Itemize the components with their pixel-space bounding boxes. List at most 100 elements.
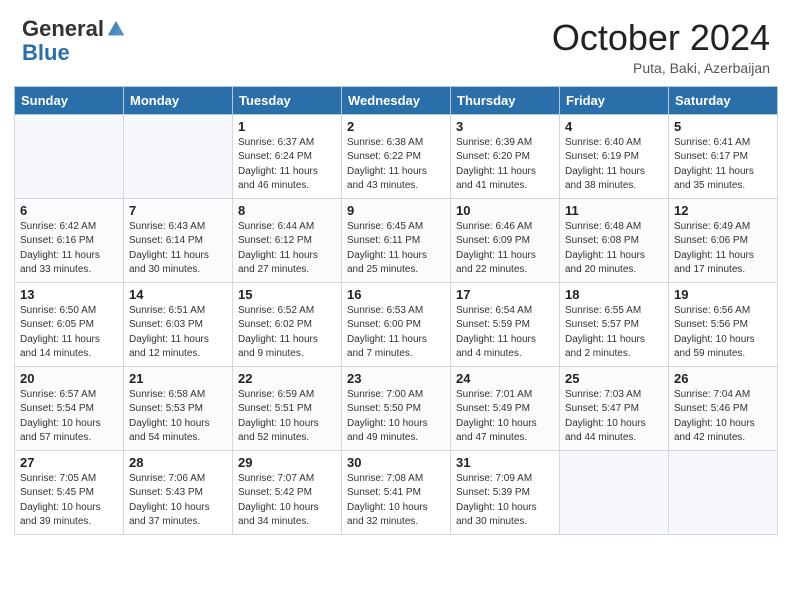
calendar-cell: 3 Sunrise: 6:39 AMSunset: 6:20 PMDaylight… [451, 114, 560, 198]
day-detail: Sunrise: 6:39 AMSunset: 6:20 PMDaylight:… [456, 136, 554, 194]
calendar-cell: 6 Sunrise: 6:42 AMSunset: 6:16 PMDaylight… [15, 198, 124, 282]
day-detail: Sunrise: 6:51 AMSunset: 6:03 PMDaylight:… [129, 304, 227, 362]
day-number: 3 [456, 119, 554, 134]
day-number: 21 [129, 371, 227, 386]
calendar-cell: 9 Sunrise: 6:45 AMSunset: 6:11 PMDaylight… [342, 198, 451, 282]
logo-general-text: General [22, 18, 104, 40]
calendar-cell: 16 Sunrise: 6:53 AMSunset: 6:00 PMDayligh… [342, 282, 451, 366]
day-detail: Sunrise: 7:00 AMSunset: 5:50 PMDaylight:… [347, 388, 445, 446]
day-number: 10 [456, 203, 554, 218]
day-detail: Sunrise: 6:37 AMSunset: 6:24 PMDaylight:… [238, 136, 336, 194]
day-number: 6 [20, 203, 118, 218]
day-detail: Sunrise: 6:45 AMSunset: 6:11 PMDaylight:… [347, 220, 445, 278]
day-detail: Sunrise: 7:08 AMSunset: 5:41 PMDaylight:… [347, 472, 445, 530]
day-detail: Sunrise: 7:05 AMSunset: 5:45 PMDaylight:… [20, 472, 118, 530]
calendar-cell: 26 Sunrise: 7:04 AMSunset: 5:46 PMDayligh… [669, 366, 778, 450]
day-number: 24 [456, 371, 554, 386]
day-detail: Sunrise: 6:53 AMSunset: 6:00 PMDaylight:… [347, 304, 445, 362]
day-detail: Sunrise: 6:52 AMSunset: 6:02 PMDaylight:… [238, 304, 336, 362]
day-number: 13 [20, 287, 118, 302]
calendar-cell: 29Sunrise: 7:07 AMSunset: 5:42 PMDayligh… [233, 450, 342, 534]
calendar-cell: 18Sunrise: 6:55 AMSunset: 5:57 PMDayligh… [560, 282, 669, 366]
calendar-cell: 19 Sunrise: 6:56 AMSunset: 5:56 PMDayligh… [669, 282, 778, 366]
day-detail: Sunrise: 6:54 AMSunset: 5:59 PMDaylight:… [456, 304, 554, 362]
day-detail: Sunrise: 7:04 AMSunset: 5:46 PMDaylight:… [674, 388, 772, 446]
col-header-tuesday: Tuesday [233, 86, 342, 114]
week-row-1: 6 Sunrise: 6:42 AMSunset: 6:16 PMDaylight… [15, 198, 778, 282]
day-detail: Sunrise: 6:49 AMSunset: 6:06 PMDaylight:… [674, 220, 772, 278]
calendar-cell: 1 Sunrise: 6:37 AMSunset: 6:24 PMDaylight… [233, 114, 342, 198]
logo-blue-text: Blue [22, 40, 70, 66]
calendar-cell: 8 Sunrise: 6:44 AMSunset: 6:12 PMDaylight… [233, 198, 342, 282]
day-detail: Sunrise: 6:40 AMSunset: 6:19 PMDaylight:… [565, 136, 663, 194]
calendar-cell: 23Sunrise: 7:00 AMSunset: 5:50 PMDayligh… [342, 366, 451, 450]
logo-text: General [22, 18, 126, 40]
day-detail: Sunrise: 6:42 AMSunset: 6:16 PMDaylight:… [20, 220, 118, 278]
calendar-cell: 4Sunrise: 6:40 AMSunset: 6:19 PMDaylight… [560, 114, 669, 198]
col-header-saturday: Saturday [669, 86, 778, 114]
day-detail: Sunrise: 7:06 AMSunset: 5:43 PMDaylight:… [129, 472, 227, 530]
day-number: 1 [238, 119, 336, 134]
day-number: 17 [456, 287, 554, 302]
day-detail: Sunrise: 6:50 AMSunset: 6:05 PMDaylight:… [20, 304, 118, 362]
calendar-cell: 12 Sunrise: 6:49 AMSunset: 6:06 PMDayligh… [669, 198, 778, 282]
day-detail: Sunrise: 6:56 AMSunset: 5:56 PMDaylight:… [674, 304, 772, 362]
day-number: 25 [565, 371, 663, 386]
day-number: 8 [238, 203, 336, 218]
calendar-cell: 31 Sunrise: 7:09 AMSunset: 5:39 PMDayligh… [451, 450, 560, 534]
calendar-cell: 27 Sunrise: 7:05 AMSunset: 5:45 PMDayligh… [15, 450, 124, 534]
day-detail: Sunrise: 6:46 AMSunset: 6:09 PMDaylight:… [456, 220, 554, 278]
day-number: 16 [347, 287, 445, 302]
day-number: 22 [238, 371, 336, 386]
day-number: 15 [238, 287, 336, 302]
day-number: 28 [129, 455, 227, 470]
week-row-3: 20 Sunrise: 6:57 AMSunset: 5:54 PMDayligh… [15, 366, 778, 450]
calendar-cell: 30Sunrise: 7:08 AMSunset: 5:41 PMDayligh… [342, 450, 451, 534]
calendar-cell [560, 450, 669, 534]
day-number: 5 [674, 119, 772, 134]
calendar-cell: 2Sunrise: 6:38 AMSunset: 6:22 PMDaylight… [342, 114, 451, 198]
day-detail: Sunrise: 7:03 AMSunset: 5:47 PMDaylight:… [565, 388, 663, 446]
week-row-4: 27 Sunrise: 7:05 AMSunset: 5:45 PMDayligh… [15, 450, 778, 534]
day-detail: Sunrise: 7:09 AMSunset: 5:39 PMDaylight:… [456, 472, 554, 530]
week-row-2: 13 Sunrise: 6:50 AMSunset: 6:05 PMDayligh… [15, 282, 778, 366]
day-number: 12 [674, 203, 772, 218]
page: General Blue October 2024 Puta, Baki, Az… [0, 0, 792, 612]
calendar-cell: 24Sunrise: 7:01 AMSunset: 5:49 PMDayligh… [451, 366, 560, 450]
day-number: 19 [674, 287, 772, 302]
col-header-friday: Friday [560, 86, 669, 114]
day-number: 2 [347, 119, 445, 134]
day-detail: Sunrise: 6:44 AMSunset: 6:12 PMDaylight:… [238, 220, 336, 278]
subtitle: Puta, Baki, Azerbaijan [552, 60, 770, 76]
calendar-cell: 17 Sunrise: 6:54 AMSunset: 5:59 PMDayligh… [451, 282, 560, 366]
calendar-wrapper: SundayMondayTuesdayWednesdayThursdayFrid… [0, 86, 792, 549]
day-detail: Sunrise: 6:57 AMSunset: 5:54 PMDaylight:… [20, 388, 118, 446]
calendar-cell: 22 Sunrise: 6:59 AMSunset: 5:51 PMDayligh… [233, 366, 342, 450]
month-title: October 2024 [552, 18, 770, 58]
calendar-table: SundayMondayTuesdayWednesdayThursdayFrid… [14, 86, 778, 535]
calendar-cell: 28 Sunrise: 7:06 AMSunset: 5:43 PMDayligh… [124, 450, 233, 534]
day-number: 9 [347, 203, 445, 218]
week-row-0: 1 Sunrise: 6:37 AMSunset: 6:24 PMDaylight… [15, 114, 778, 198]
day-number: 27 [20, 455, 118, 470]
day-number: 18 [565, 287, 663, 302]
day-detail: Sunrise: 6:59 AMSunset: 5:51 PMDaylight:… [238, 388, 336, 446]
header-row: SundayMondayTuesdayWednesdayThursdayFrid… [15, 86, 778, 114]
day-number: 7 [129, 203, 227, 218]
calendar-cell: 10 Sunrise: 6:46 AMSunset: 6:09 PMDayligh… [451, 198, 560, 282]
header: General Blue October 2024 Puta, Baki, Az… [0, 0, 792, 86]
day-number: 26 [674, 371, 772, 386]
calendar-cell: 15 Sunrise: 6:52 AMSunset: 6:02 PMDayligh… [233, 282, 342, 366]
col-header-monday: Monday [124, 86, 233, 114]
calendar-cell: 13 Sunrise: 6:50 AMSunset: 6:05 PMDayligh… [15, 282, 124, 366]
logo: General Blue [22, 18, 126, 66]
calendar-cell: 5Sunrise: 6:41 AMSunset: 6:17 PMDaylight… [669, 114, 778, 198]
day-number: 14 [129, 287, 227, 302]
day-detail: Sunrise: 6:48 AMSunset: 6:08 PMDaylight:… [565, 220, 663, 278]
calendar-cell [124, 114, 233, 198]
col-header-wednesday: Wednesday [342, 86, 451, 114]
day-number: 20 [20, 371, 118, 386]
day-number: 31 [456, 455, 554, 470]
calendar-cell: 7Sunrise: 6:43 AMSunset: 6:14 PMDaylight… [124, 198, 233, 282]
day-number: 11 [565, 203, 663, 218]
